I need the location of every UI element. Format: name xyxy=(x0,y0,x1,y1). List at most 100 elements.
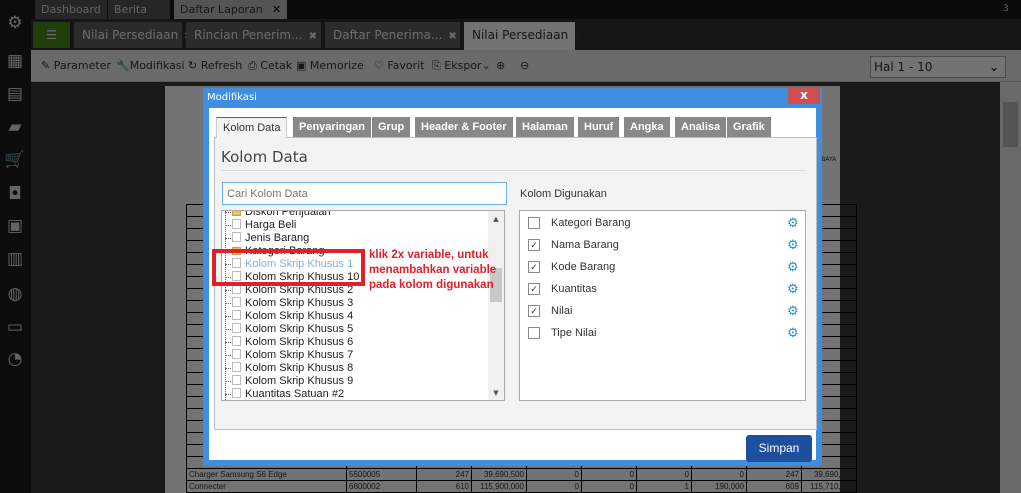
tree-item-label: Kolom Skrip Khusus 8 xyxy=(245,362,354,374)
wallet-icon[interactable]: ▰ xyxy=(4,116,26,138)
tree-item[interactable]: Kolom Skrip Khusus 7 xyxy=(222,349,490,362)
tab-halaman[interactable]: Halaman xyxy=(516,117,574,137)
gear-icon[interactable]: ⚙ xyxy=(787,258,799,276)
file-icon xyxy=(232,232,241,242)
tab-penyaringan[interactable]: Penyaringan xyxy=(293,117,372,137)
close-icon[interactable]: ✕ xyxy=(266,0,288,19)
settings-icon[interactable]: ⚙ xyxy=(4,12,26,34)
checkbox[interactable] xyxy=(528,217,540,229)
table-cell: 6600002 xyxy=(346,480,417,493)
column-label: Tipe Nilai xyxy=(551,327,597,339)
close-icon[interactable]: ✖ xyxy=(309,31,317,42)
label: Parameter xyxy=(53,59,111,72)
tab-grup[interactable]: Grup xyxy=(372,117,411,137)
scrollbar[interactable] xyxy=(1000,82,1021,493)
page-select-value: Hal 1 - 10 xyxy=(874,60,933,74)
zoom-out-icon[interactable]: ⊖ xyxy=(520,59,529,72)
tree-item[interactable]: Kolom Skrip Khusus 3 xyxy=(222,297,490,310)
tree-item-label: Diskon Penjualan xyxy=(245,210,331,218)
zoom-in-icon[interactable]: ⊕ xyxy=(496,59,505,72)
production-icon[interactable]: ◍ xyxy=(4,283,26,305)
tab-report-active[interactable]: Nilai Persediaan ✖ xyxy=(464,22,583,50)
checkbox[interactable]: ✓ xyxy=(528,239,540,251)
label: Favorit xyxy=(387,59,425,72)
page-select[interactable]: Hal 1 - 10 ⌄ xyxy=(870,56,1006,78)
tab-dashboard[interactable]: Dashboard xyxy=(35,0,107,19)
tree-item[interactable]: Kolom Skrip Khusus 9 xyxy=(222,375,490,388)
table-cell: 0 xyxy=(581,468,637,481)
pie-chart-icon[interactable]: ◔ xyxy=(4,348,26,370)
scrollbar-thumb[interactable] xyxy=(1003,102,1018,147)
table-row: Charger Samsung S6 Edge 5500005 247 39,690,… xyxy=(186,468,857,481)
scroll-down-icon[interactable]: ▼ xyxy=(488,389,504,397)
used-columns-list: Kategori Barang ⚙ ✓ Nama Barang ⚙ ✓ Kode Baran… xyxy=(519,210,806,401)
table-cell: Connecter xyxy=(186,480,347,493)
export-button[interactable]: ⎘ Ekspor⌄ xyxy=(432,59,491,73)
tab-berita[interactable]: Berita ✕ xyxy=(108,0,170,35)
table-cell: 115,710,000 xyxy=(801,480,857,493)
save-button[interactable]: Simpan xyxy=(746,435,812,462)
tab-report[interactable]: Rincian Penerim... ✖ xyxy=(186,22,321,48)
file-icon xyxy=(232,375,241,385)
used-column-item: Kategori Barang ⚙ xyxy=(528,214,799,232)
used-column-item: ✓ Kode Barang ⚙ xyxy=(528,258,799,276)
label: Memorize xyxy=(309,59,364,72)
tree-item[interactable]: Diskon Penjualan xyxy=(222,210,490,219)
book-icon[interactable]: ▤ xyxy=(4,83,26,105)
table-cell: 0 xyxy=(636,468,692,481)
table-cell: 39,690,500 xyxy=(801,468,857,481)
gear-icon[interactable]: ⚙ xyxy=(787,324,799,342)
gear-icon[interactable]: ⚙ xyxy=(787,280,799,298)
tree-item[interactable]: Kolom Skrip Khusus 6 xyxy=(222,336,490,349)
close-icon[interactable]: ✖ xyxy=(574,31,582,42)
folder-icon xyxy=(232,211,241,216)
tab-header-footer[interactable]: Header & Footer xyxy=(415,117,513,137)
memorize-button[interactable]: ▣ Memorize xyxy=(296,59,364,72)
tab-huruf[interactable]: Huruf xyxy=(578,117,620,137)
print-button[interactable]: ⎙ Cetak xyxy=(248,59,292,73)
gear-icon[interactable]: ⚙ xyxy=(787,214,799,232)
modifikasi-button[interactable]: 🔧Modifikasi xyxy=(116,59,185,72)
cash-icon[interactable]: ▭ xyxy=(4,316,26,338)
annotation-text: klik 2x variable, untuk menambahkan vari… xyxy=(369,249,497,291)
gear-icon[interactable]: ⚙ xyxy=(787,236,799,254)
tab-analisa[interactable]: Analisa xyxy=(675,117,727,137)
tree-item[interactable]: Kolom Skrip Khusus 4 xyxy=(222,310,490,323)
scroll-up-icon[interactable]: ▲ xyxy=(488,215,504,223)
tab-angka[interactable]: Angka xyxy=(624,117,670,137)
tree-scrollbar[interactable]: ▲ ▼ xyxy=(488,211,504,400)
bag-icon[interactable]: ◘ xyxy=(4,183,26,205)
gear-icon[interactable]: ⚙ xyxy=(787,302,799,320)
tab-daftar-laporan[interactable]: Daftar Laporan xyxy=(174,0,269,19)
parameter-button[interactable]: ✎ Parameter xyxy=(41,59,111,72)
tree-item[interactable]: Harga Beli xyxy=(222,219,490,232)
tab-report[interactable]: Daftar Penerima... ✖ xyxy=(325,22,460,48)
close-icon[interactable]: ✖ xyxy=(448,31,456,42)
table-cell: 1 xyxy=(636,480,692,493)
close-button[interactable]: x xyxy=(788,88,820,104)
cabinet-icon[interactable]: ▣ xyxy=(4,215,26,237)
table-cell: 247 xyxy=(416,468,472,481)
menu-icon[interactable]: ☰ xyxy=(33,22,70,48)
search-input[interactable] xyxy=(222,182,507,205)
tree-item[interactable]: Kuantitas Satuan #2 xyxy=(222,388,490,400)
checkbox[interactable]: ✓ xyxy=(528,261,540,273)
cart-icon[interactable]: 🛒 xyxy=(4,149,26,171)
tree-item[interactable]: Kolom Skrip Khusus 5 xyxy=(222,323,490,336)
assets-icon[interactable]: ▥ xyxy=(4,248,26,270)
tree-item[interactable]: Kolom Skrip Khusus 8 xyxy=(222,362,490,375)
checkbox[interactable]: ✓ xyxy=(528,283,540,295)
tab-report[interactable]: Nilai Persediaan✖ xyxy=(74,22,193,48)
checkbox[interactable]: ✓ xyxy=(528,305,540,317)
tab-grafik[interactable]: Grafik xyxy=(727,117,771,137)
refresh-button[interactable]: ↻ Refresh xyxy=(188,59,242,72)
favorite-button[interactable]: ♡ Favorit xyxy=(374,59,425,72)
tab-label: Daftar Penerima... xyxy=(333,28,443,42)
tab-kolom-data[interactable]: Kolom Data xyxy=(216,117,288,138)
building-icon[interactable]: ▦ xyxy=(4,50,26,72)
checkbox[interactable] xyxy=(528,327,540,339)
column-label: Nilai xyxy=(551,305,573,317)
tree-item[interactable]: Jenis Barang xyxy=(222,232,490,245)
column-tree[interactable]: Diskon Penjualan Harga Beli Jenis Barang Ka… xyxy=(221,210,505,401)
count-badge: 3 xyxy=(1003,4,1009,14)
